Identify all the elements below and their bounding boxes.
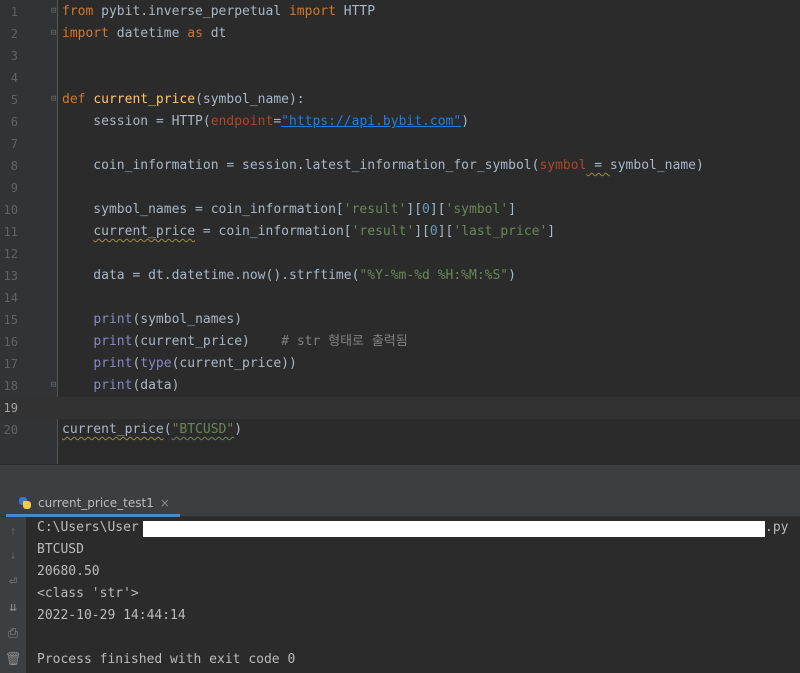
panel-divider[interactable] bbox=[0, 464, 800, 493]
code-text: def current_price(symbol_name): bbox=[62, 92, 305, 107]
code-text: current_price("BTCUSD") bbox=[62, 422, 243, 437]
run-tab-label: current_price_test1 bbox=[38, 496, 154, 510]
line-number: 9 bbox=[10, 181, 18, 195]
arrow-up-icon[interactable]: ↑ bbox=[4, 523, 22, 541]
code-line[interactable]: 17 print(type(current_price)) bbox=[0, 353, 800, 375]
code-line[interactable]: 12 bbox=[0, 243, 800, 265]
code-line[interactable]: 20 current_price("BTCUSD") bbox=[0, 419, 800, 441]
line-number: 2 bbox=[10, 27, 18, 41]
line-number: 6 bbox=[10, 115, 18, 129]
code-text: print(data) bbox=[93, 378, 180, 393]
code-line[interactable]: 2 ⊟ import datetime as dt bbox=[0, 23, 800, 45]
line-number: 8 bbox=[10, 159, 18, 173]
line-number: 10 bbox=[3, 203, 18, 217]
fold-icon[interactable]: ⊟ bbox=[51, 380, 60, 391]
fold-icon[interactable]: ⊟ bbox=[51, 28, 60, 39]
code-line[interactable]: 6 session = HTTP(endpoint="https://api.b… bbox=[0, 111, 800, 133]
line-number: 18 bbox=[3, 379, 18, 393]
code-line[interactable]: 5 ⊟ def current_price(symbol_name): bbox=[0, 89, 800, 111]
line-number: 17 bbox=[3, 357, 18, 371]
line-number: 11 bbox=[3, 225, 18, 239]
current-line[interactable]: 19 bbox=[0, 397, 800, 419]
soft-wrap-icon[interactable]: ⏎ bbox=[4, 573, 22, 591]
python-icon bbox=[18, 496, 32, 510]
code-text: data = dt.datetime.now().strftime("%Y-%m… bbox=[62, 268, 516, 283]
code-text: print(type(current_price)) bbox=[93, 356, 297, 371]
code-text: symbol_names = coin_information['result'… bbox=[62, 202, 516, 217]
code-line[interactable]: 10 symbol_names = coin_information['resu… bbox=[0, 199, 800, 221]
run-console[interactable]: ↑ ↓ ⏎ ⇊ ⎙ 🗑 C:\Users\User .py BTCUSD 206… bbox=[0, 517, 800, 673]
code-line[interactable]: 3 bbox=[0, 45, 800, 67]
console-command-ext: .py bbox=[765, 520, 789, 535]
code-line[interactable]: 16 print(current_price) # str 형태로 출력됨 bbox=[0, 331, 800, 353]
line-number: 14 bbox=[3, 291, 18, 305]
code-text: coin_information = session.latest_inform… bbox=[62, 158, 704, 173]
arrow-down-icon[interactable]: ↓ bbox=[4, 547, 22, 565]
code-editor[interactable]: 1 ⊟ from pybit.inverse_perpetual import … bbox=[0, 0, 800, 464]
line-number: 4 bbox=[10, 71, 18, 85]
line-number: 5 bbox=[10, 93, 18, 107]
console-output-line: BTCUSD bbox=[37, 542, 84, 557]
line-number: 7 bbox=[10, 137, 18, 151]
line-number: 12 bbox=[3, 247, 18, 261]
code-text: import datetime as dt bbox=[62, 26, 227, 41]
fold-icon[interactable]: ⊟ bbox=[51, 6, 60, 17]
run-tab[interactable]: current_price_test1 × bbox=[6, 492, 180, 517]
code-line[interactable]: 14 bbox=[0, 287, 800, 309]
console-output-line: 2022-10-29 14:44:14 bbox=[37, 608, 186, 623]
console-toolbar: ↑ ↓ ⏎ ⇊ ⎙ 🗑 bbox=[0, 517, 26, 673]
line-number: 1 bbox=[10, 5, 18, 19]
code-line[interactable]: 9 bbox=[0, 177, 800, 199]
code-text: session = HTTP(endpoint="https://api.byb… bbox=[62, 114, 470, 129]
scroll-to-end-icon[interactable]: ⇊ bbox=[4, 599, 22, 617]
close-icon[interactable]: × bbox=[160, 496, 170, 510]
url-link[interactable]: "https://api.bybit.com" bbox=[281, 114, 461, 129]
line-number: 20 bbox=[3, 423, 18, 437]
console-output-line: <class 'str'> bbox=[37, 586, 139, 601]
code-line[interactable]: 13 data = dt.datetime.now().strftime("%Y… bbox=[0, 265, 800, 287]
code-text: print(symbol_names) bbox=[93, 312, 243, 327]
trash-icon[interactable]: 🗑 bbox=[4, 651, 22, 669]
code-line[interactable]: 8 coin_information = session.latest_info… bbox=[0, 155, 800, 177]
run-tool-window-header: current_price_test1 × bbox=[0, 492, 800, 517]
code-line[interactable]: 15 print(symbol_names) bbox=[0, 309, 800, 331]
print-icon[interactable]: ⎙ bbox=[4, 625, 22, 643]
line-number: 3 bbox=[10, 49, 18, 63]
console-command-path: C:\Users\User bbox=[37, 520, 139, 535]
code-line[interactable]: 11 current_price = coin_information['res… bbox=[0, 221, 800, 243]
line-number: 15 bbox=[3, 313, 18, 327]
code-text: from pybit.inverse_perpetual import HTTP bbox=[62, 4, 376, 19]
console-output-line: 20680.50 bbox=[37, 564, 100, 579]
code-text: print(current_price) # str 형태로 출력됨 bbox=[93, 334, 408, 349]
line-number: 19 bbox=[3, 401, 18, 415]
code-text: current_price = coin_information['result… bbox=[93, 224, 556, 239]
code-line[interactable]: 1 ⊟ from pybit.inverse_perpetual import … bbox=[0, 1, 800, 23]
code-line[interactable]: 18 ⊟ print(data) bbox=[0, 375, 800, 397]
code-line[interactable]: 7 bbox=[0, 133, 800, 155]
console-exit-message: Process finished with exit code 0 bbox=[37, 652, 296, 667]
code-line[interactable]: 4 bbox=[0, 67, 800, 89]
redacted-path-block bbox=[143, 521, 765, 537]
line-number: 13 bbox=[3, 269, 18, 283]
fold-icon[interactable]: ⊟ bbox=[51, 94, 60, 105]
line-number: 16 bbox=[3, 335, 18, 349]
